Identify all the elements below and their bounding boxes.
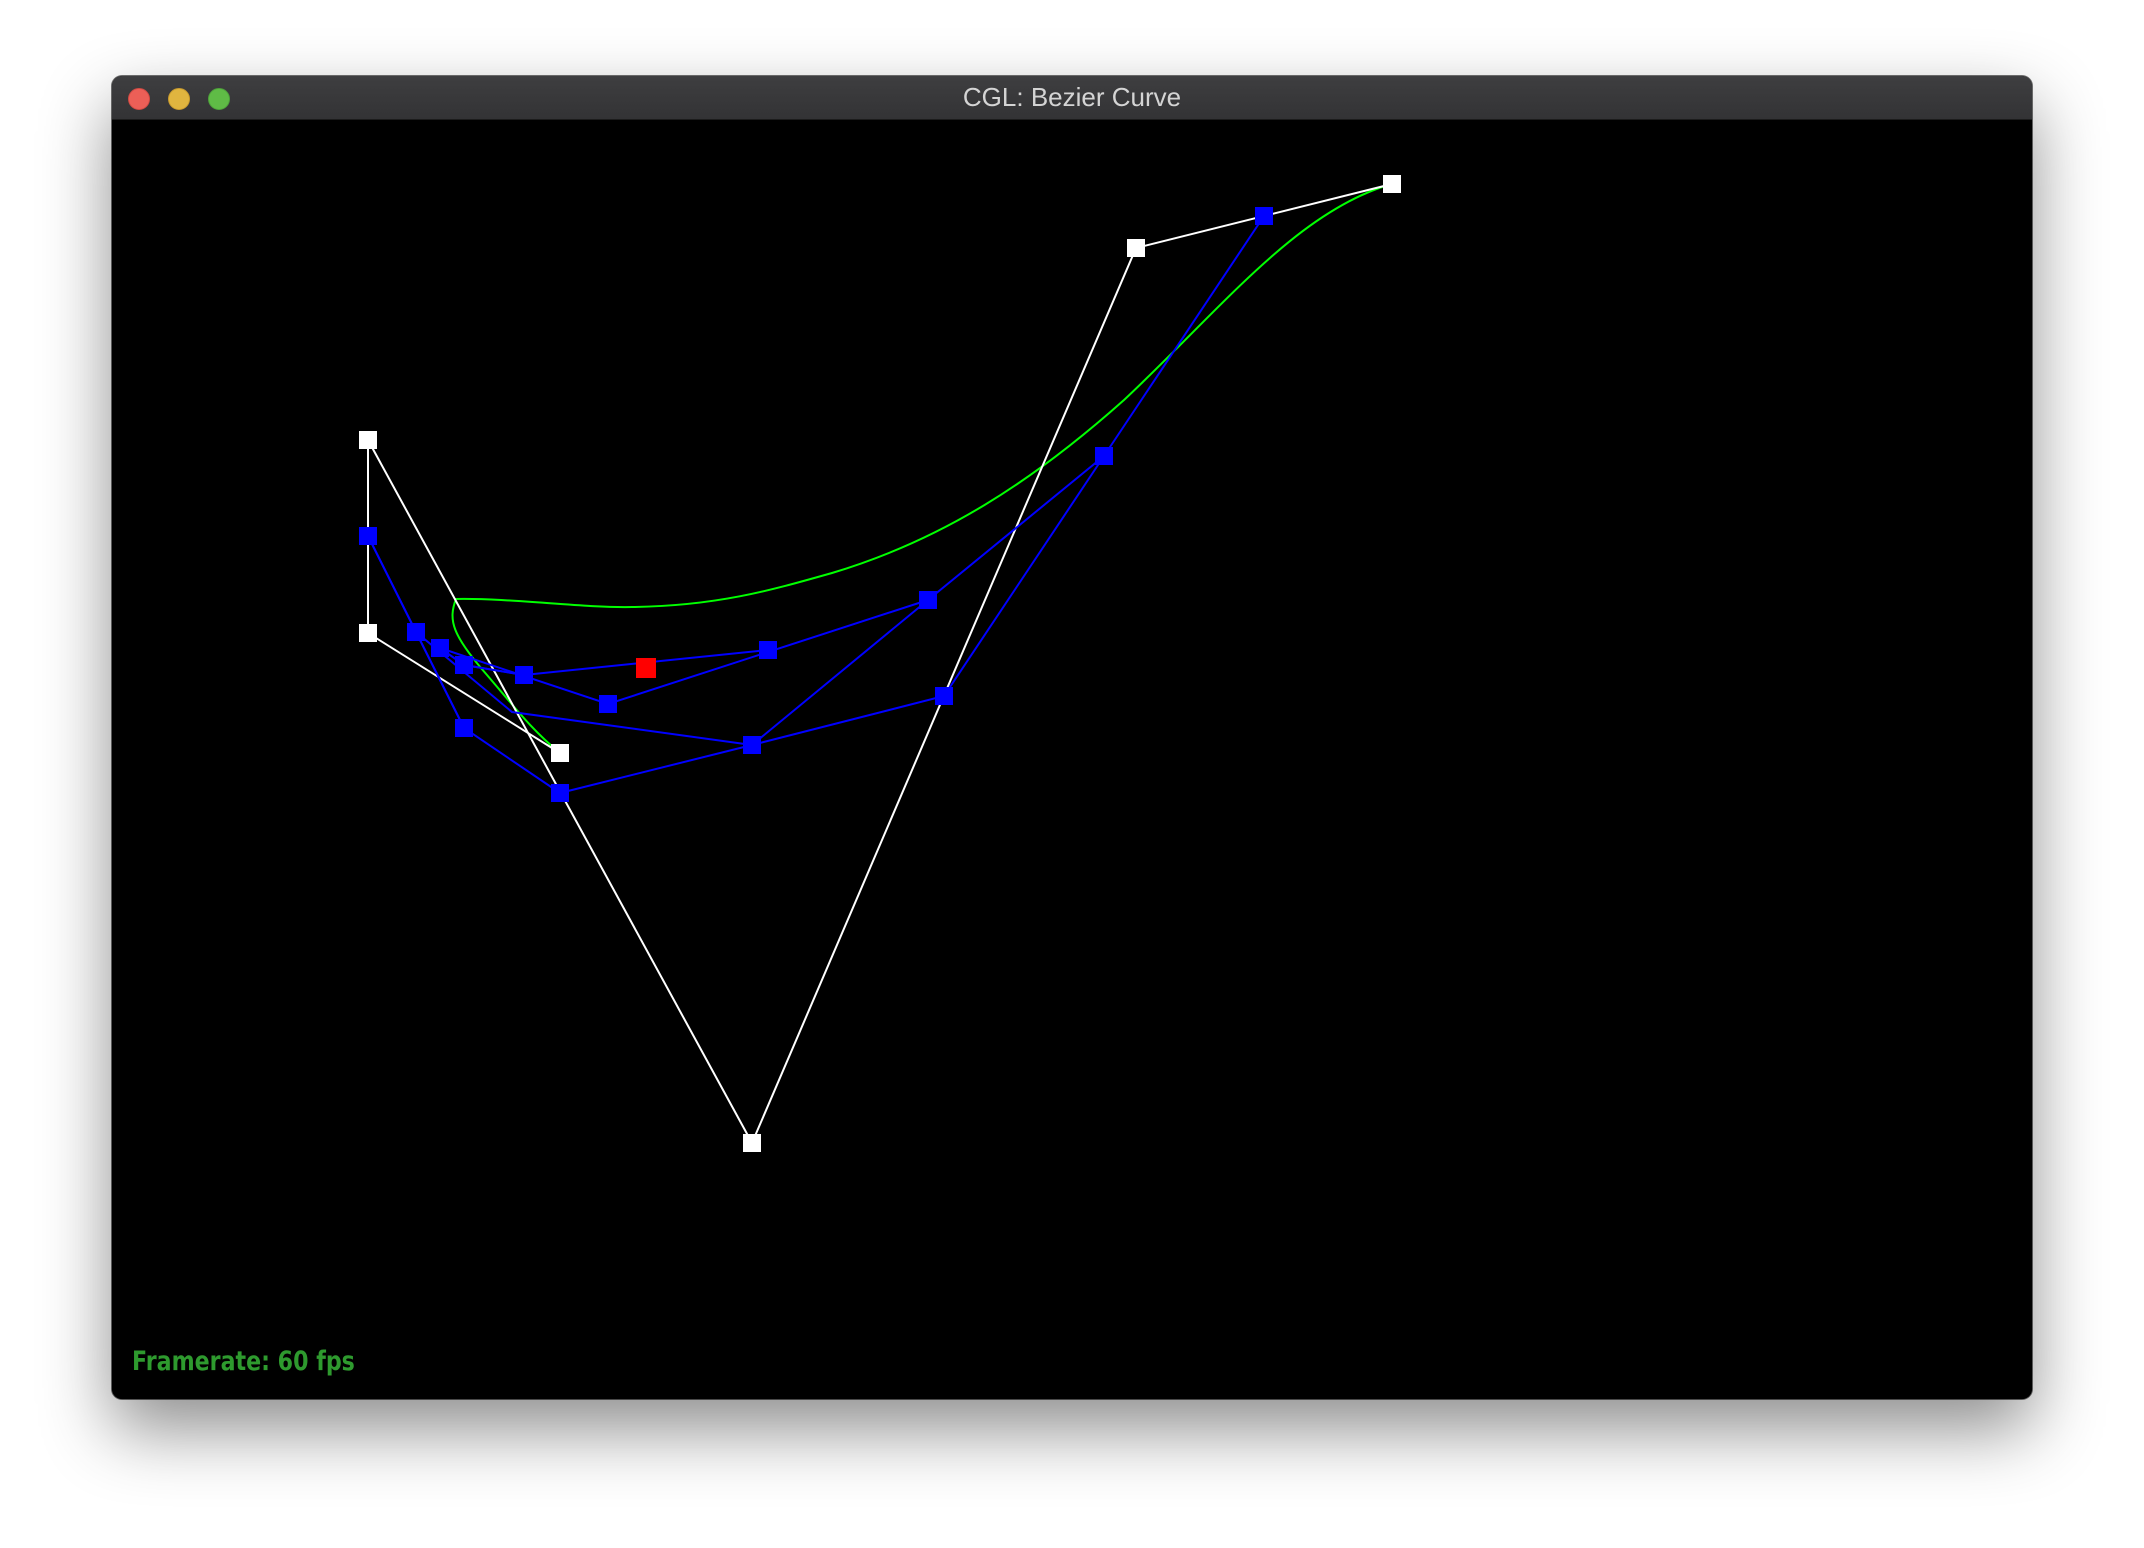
intermediate-point [759, 641, 777, 659]
intermediate-point [407, 623, 425, 641]
control-point[interactable] [1127, 239, 1145, 257]
intermediate-point [455, 719, 473, 737]
intermediate-point [919, 591, 937, 609]
framerate-label: Framerate: 60 fps [132, 1346, 355, 1377]
level-3-polyline [439, 599, 929, 706]
intermediate-point [1255, 207, 1273, 225]
control-point[interactable] [1383, 175, 1401, 193]
control-polygon [367, 440, 561, 754]
control-point[interactable] [551, 744, 569, 762]
control-point[interactable] [359, 431, 377, 449]
bezier-scene[interactable] [112, 120, 2032, 1399]
control-point[interactable] [359, 624, 377, 642]
intermediate-point [551, 784, 569, 802]
intermediate-point [431, 639, 449, 657]
level-5-polyline [367, 535, 417, 633]
intermediate-point [743, 736, 761, 754]
intermediate-point [359, 527, 377, 545]
intermediate-point [515, 666, 533, 684]
intermediate-point [935, 687, 953, 705]
app-window: CGL: Bezier Curve Framerate: 60 fps [112, 76, 2032, 1399]
level-1-polyline-b [559, 215, 1265, 794]
intermediate-point [1095, 447, 1113, 465]
window-title: CGL: Bezier Curve [962, 82, 1182, 112]
render-canvas[interactable]: Framerate: 60 fps [112, 120, 2032, 1399]
control-point[interactable] [743, 1134, 761, 1152]
control-polygon-outer [367, 183, 1393, 1146]
title-bar[interactable]: CGL: Bezier Curve [112, 76, 2032, 120]
intermediate-point [455, 656, 473, 674]
evaluated-point [636, 658, 656, 678]
intermediate-point [599, 695, 617, 713]
